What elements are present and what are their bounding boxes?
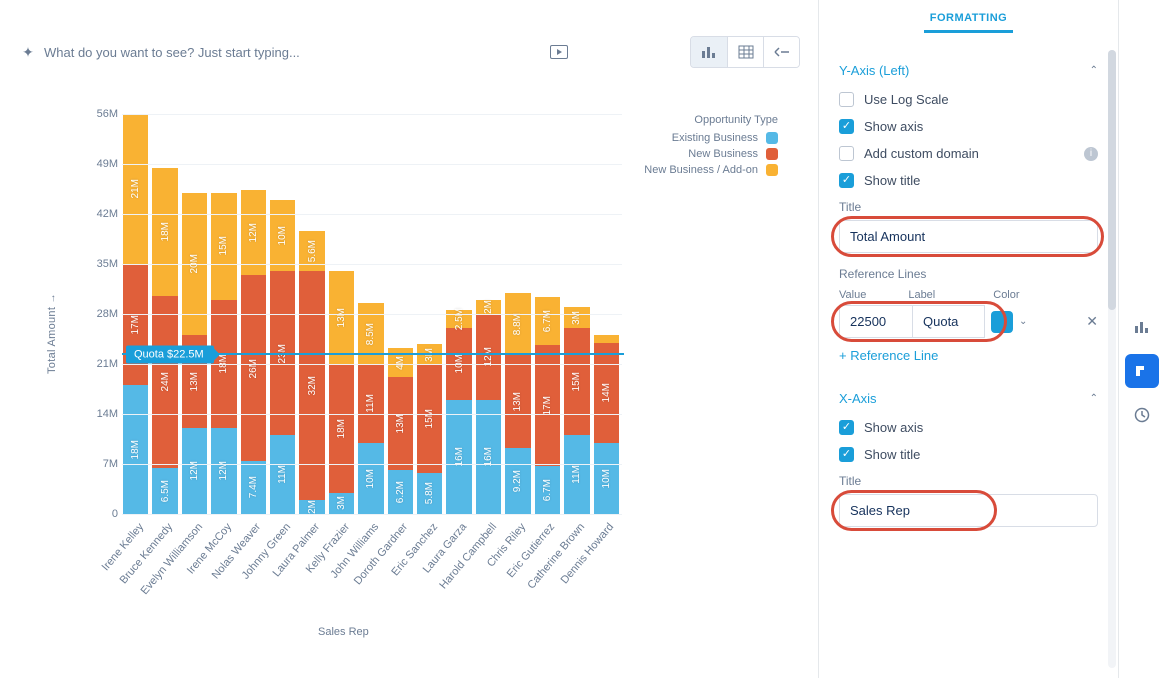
y-tick: 49M xyxy=(97,158,118,170)
legend: Opportunity Type Existing Business New Bu… xyxy=(644,114,778,180)
legend-item: New Business xyxy=(644,148,778,160)
y-tick: 28M xyxy=(97,308,118,320)
formatting-panel: FORMATTING Y-Axis (Left) ⌃ Use Log Scale… xyxy=(818,0,1118,678)
ref-label-label: Label xyxy=(908,289,935,301)
reference-lines-header: Reference Lines xyxy=(839,267,1098,281)
legend-swatch xyxy=(766,132,778,144)
query-toolbar: ✦ xyxy=(18,30,800,74)
y-tick: 21M xyxy=(97,358,118,370)
rail-history-icon[interactable] xyxy=(1125,398,1159,432)
view-table-button[interactable] xyxy=(727,37,763,67)
y-title-input[interactable] xyxy=(839,220,1098,253)
legend-title: Opportunity Type xyxy=(644,114,778,126)
view-chart-button[interactable] xyxy=(691,37,727,67)
section-y-axis[interactable]: Y-Axis (Left) ⌃ xyxy=(839,53,1098,82)
chart-plot: 18M17M21M6.5M24M18M12M13M20M12M18M15M7.4… xyxy=(122,114,622,514)
legend-item: Existing Business xyxy=(644,132,778,144)
chart-panel: ✦ Total Am xyxy=(0,0,818,678)
ref-value-label: Value xyxy=(839,289,866,301)
checkbox-show-axis-x[interactable] xyxy=(839,420,854,435)
view-query-button[interactable] xyxy=(763,37,799,67)
y-tick: 35M xyxy=(97,258,118,270)
legend-swatch xyxy=(766,164,778,176)
chevron-up-icon: ⌃ xyxy=(1090,393,1098,404)
checkbox-add-domain[interactable] xyxy=(839,146,854,161)
chevron-up-icon: ⌃ xyxy=(1090,65,1098,76)
add-reference-button[interactable]: + Reference Line xyxy=(839,338,1098,367)
legend-swatch xyxy=(766,148,778,160)
y-axis: 07M14M21M28M35M42M49M56M xyxy=(80,114,120,514)
legend-item: New Business / Add-on xyxy=(644,164,778,176)
x-title-input[interactable] xyxy=(839,494,1098,527)
x-label: Bruce Kennedy xyxy=(118,521,176,586)
rail-chart-icon[interactable] xyxy=(1125,310,1159,344)
view-mode-group xyxy=(690,36,800,68)
checkbox-show-title-x[interactable] xyxy=(839,447,854,462)
side-rail xyxy=(1118,0,1164,678)
y-tick: 42M xyxy=(97,208,118,220)
ref-label-input[interactable] xyxy=(913,305,985,338)
checkbox-use-log[interactable] xyxy=(839,92,854,107)
title-label: Title xyxy=(839,474,1098,488)
y-tick: 0 xyxy=(112,508,118,520)
panel-scrollbar[interactable] xyxy=(1108,50,1116,668)
y-axis-title: Total Amount → xyxy=(46,293,58,374)
query-input[interactable] xyxy=(44,45,540,60)
ref-color-swatch[interactable] xyxy=(991,311,1013,333)
reference-label: Quota $22.5M xyxy=(126,346,214,364)
chevron-down-icon[interactable]: ⌄ xyxy=(1019,316,1027,327)
sparkle-icon: ✦ xyxy=(20,44,36,60)
tab-formatting[interactable]: FORMATTING xyxy=(924,8,1014,33)
y-tick: 7M xyxy=(103,458,118,470)
ref-color-label: Color xyxy=(993,289,1019,301)
section-x-axis[interactable]: X-Axis ⌃ xyxy=(839,381,1098,410)
run-icon[interactable] xyxy=(548,41,570,63)
rail-format-icon[interactable] xyxy=(1125,354,1159,388)
x-label: Dennis Howard xyxy=(559,521,617,586)
checkbox-show-axis-y[interactable] xyxy=(839,119,854,134)
title-label: Title xyxy=(839,200,1098,214)
checkbox-show-title-y[interactable] xyxy=(839,173,854,188)
y-tick: 14M xyxy=(97,408,118,420)
info-icon[interactable]: i xyxy=(1084,147,1098,161)
x-axis-title: Sales Rep xyxy=(318,626,369,638)
y-tick: 56M xyxy=(97,108,118,120)
ref-value-input[interactable] xyxy=(839,305,913,338)
remove-reference-button[interactable]: ✕ xyxy=(1086,313,1098,330)
